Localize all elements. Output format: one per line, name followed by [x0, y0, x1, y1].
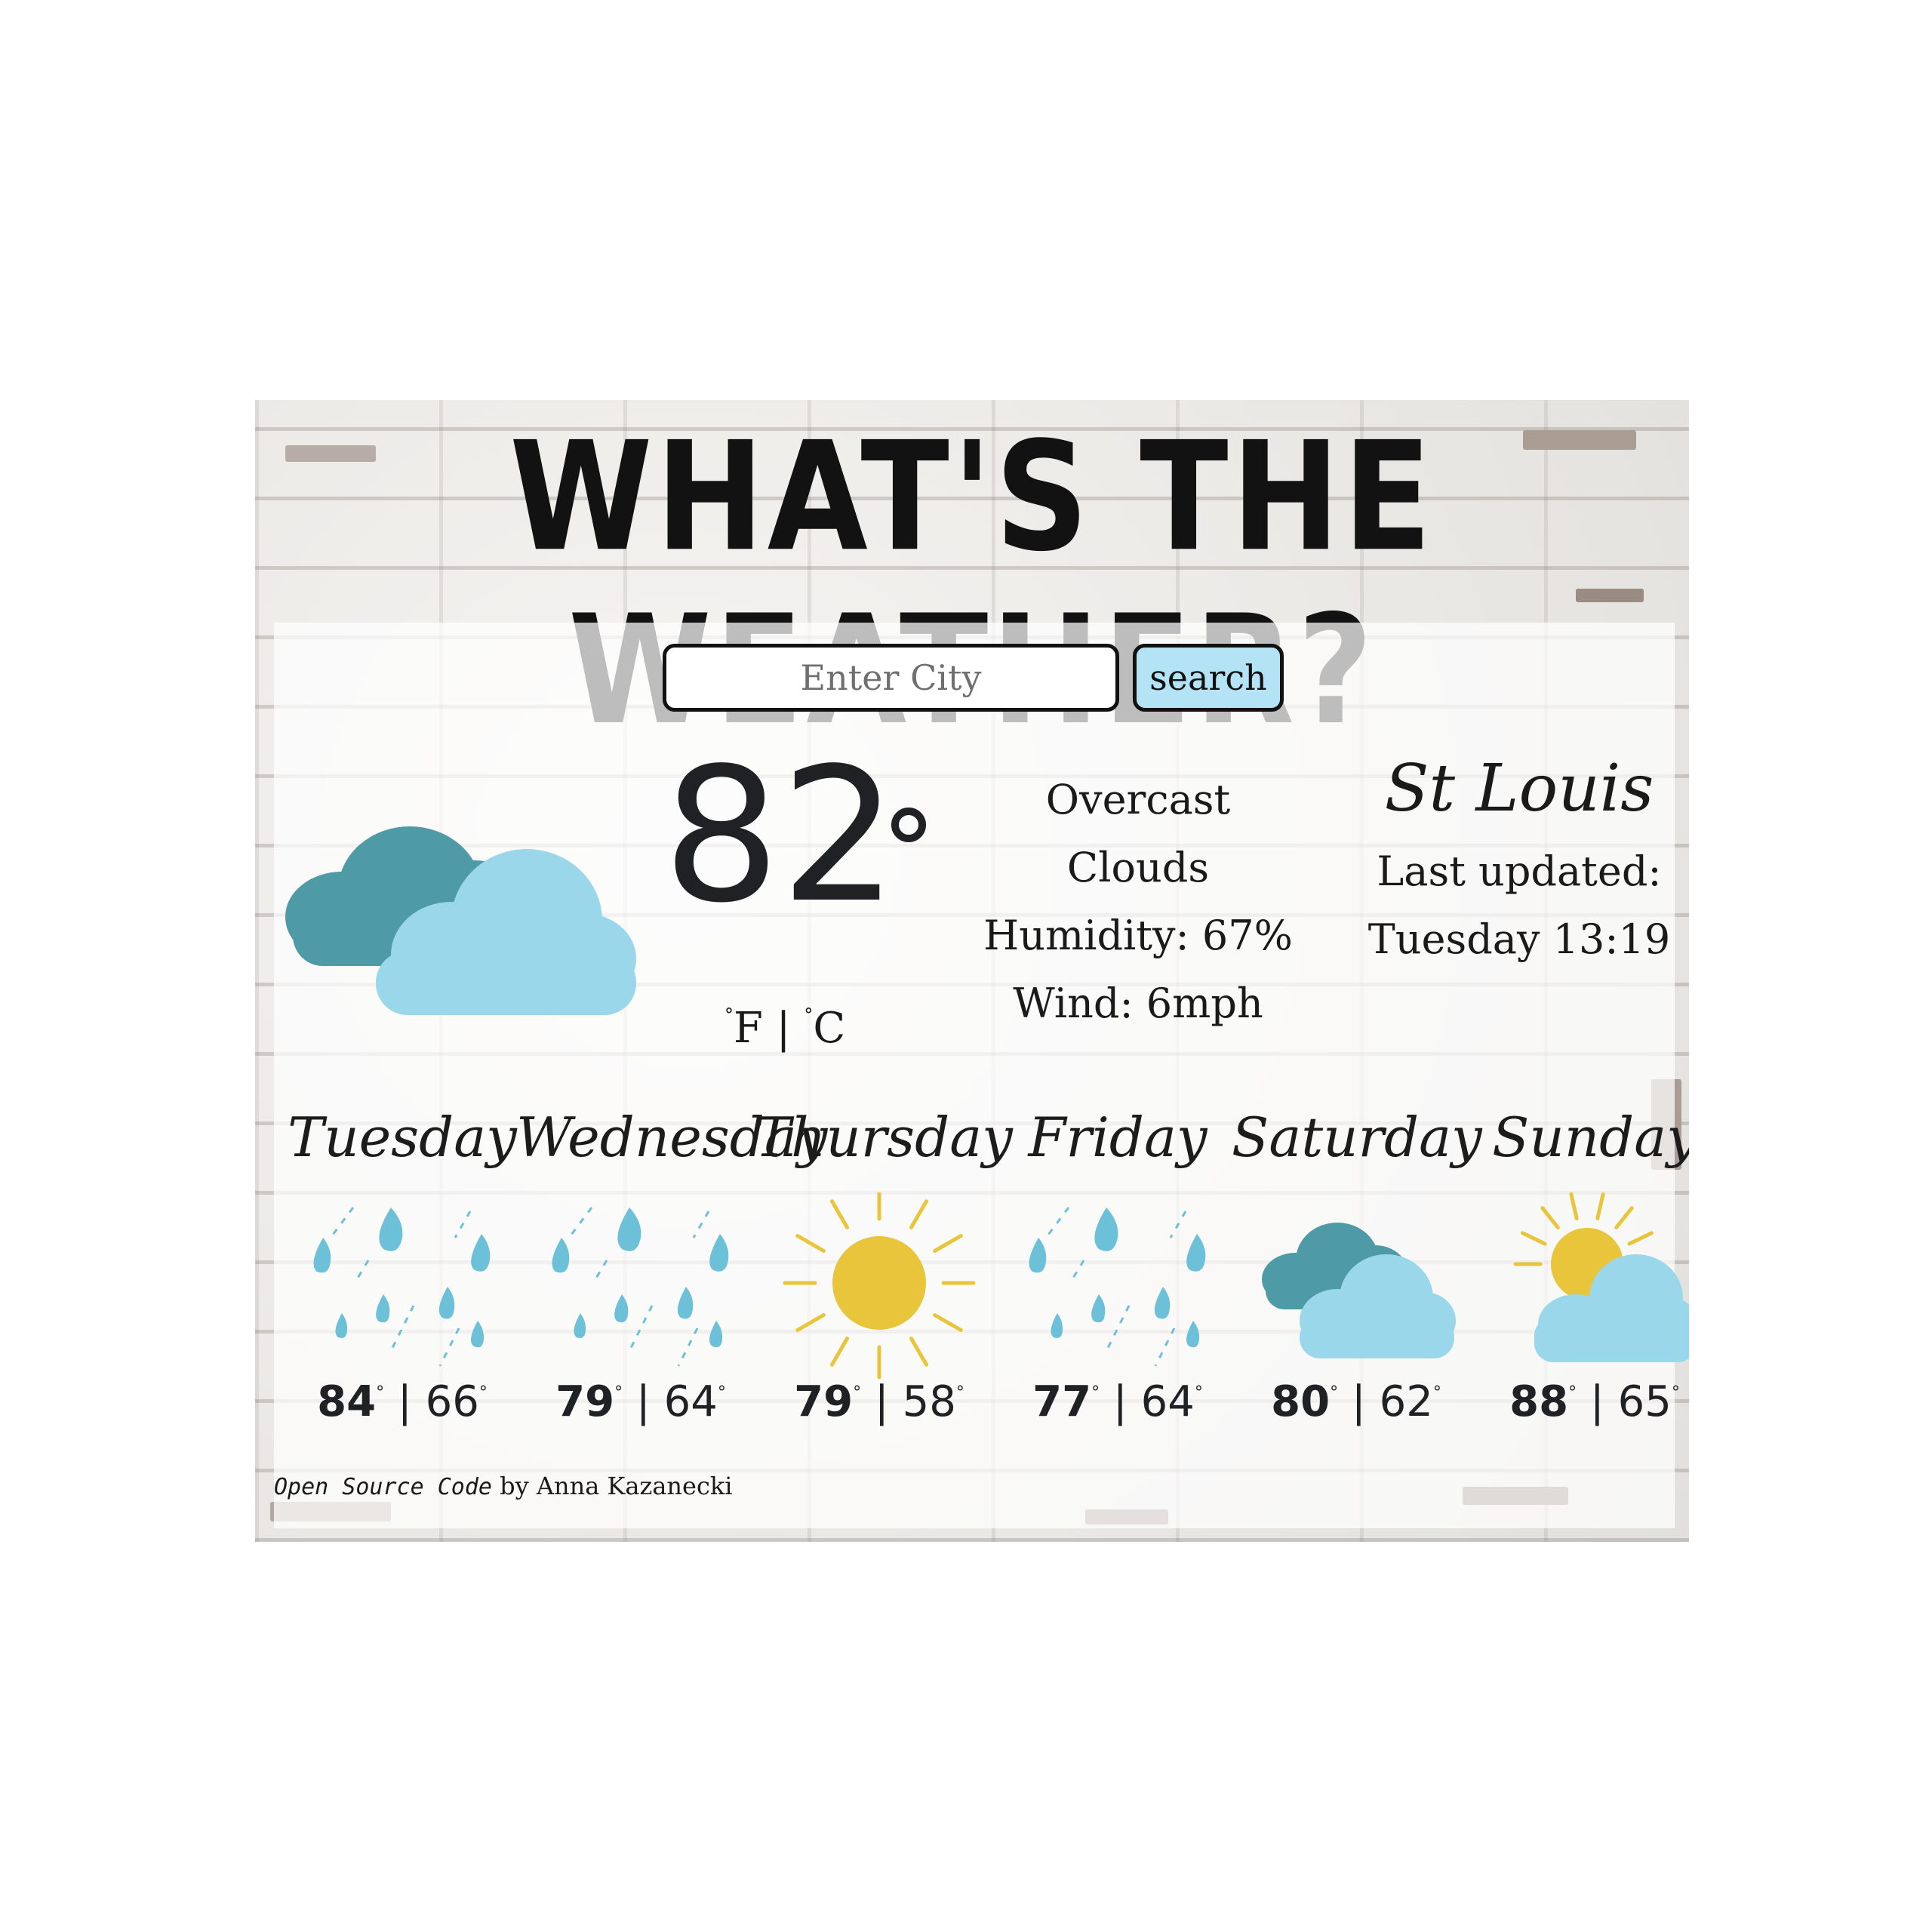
celsius-toggle[interactable]: °C: [804, 1004, 845, 1053]
fahrenheit-label: F: [734, 1004, 763, 1053]
forecast-day-name: Friday: [1028, 1106, 1208, 1169]
forecast-high: 84: [317, 1377, 377, 1426]
temp-separator: |: [874, 1377, 889, 1426]
forecast-low: 65: [1617, 1377, 1672, 1426]
last-updated-value: Tuesday 13:19: [1367, 915, 1671, 963]
forecast-low: 58: [902, 1377, 956, 1426]
open-source-link[interactable]: Open Source Code: [274, 1474, 492, 1500]
forecast-temps: 77° | 64°: [1032, 1377, 1203, 1426]
condition-line-2: Clouds: [1066, 844, 1210, 891]
condition-line-1: Overcast: [1045, 776, 1231, 823]
forecast-temps: 80° | 62°: [1271, 1377, 1441, 1426]
temp-separator: |: [1589, 1377, 1604, 1426]
partly-sunny-icon: [1513, 1192, 1689, 1362]
forecast-day-name: Sunday: [1492, 1106, 1689, 1169]
forecast-day-wednesday: Wednesday 79° | 64°: [516, 1106, 828, 1460]
credit-line: Open Source Code by Anna Kazanecki: [274, 1472, 732, 1500]
unit-separator: |: [776, 1004, 791, 1053]
forecast-low: 66: [425, 1377, 479, 1426]
temp-separator: |: [397, 1377, 412, 1426]
forecast-low: 64: [1140, 1377, 1195, 1426]
forecast-temps: 79° | 64°: [555, 1377, 726, 1426]
unit-toggle: °F | °C: [724, 1004, 845, 1053]
weather-panel: WHAT'S THE WEATHER? search 82 °F | °C Ov…: [255, 400, 1689, 1542]
wind-text: Wind: 6mph: [1013, 980, 1263, 1027]
sun-icon: [783, 1192, 976, 1380]
weather-description: Overcast Clouds Humidity: 67% Wind: 6mph: [976, 766, 1300, 1038]
rain-icon: [1029, 1207, 1206, 1367]
forecast-high: 79: [555, 1377, 615, 1426]
forecast-day-thursday: Thursday 79° | 58°: [755, 1106, 1013, 1460]
forecast-low: 64: [663, 1377, 718, 1426]
temp-separator: |: [635, 1377, 651, 1426]
search-button[interactable]: search: [1133, 644, 1284, 712]
city-search-input[interactable]: [663, 644, 1119, 712]
fahrenheit-toggle[interactable]: °F: [724, 1004, 763, 1053]
last-updated-label: Last updated:: [1377, 848, 1662, 895]
rain-icon: [552, 1207, 729, 1367]
forecast-day-sunday: Sunday 88° | 65°: [1470, 1106, 1689, 1460]
overcast-clouds-icon: [285, 826, 636, 1015]
forecast-high: 88: [1509, 1377, 1569, 1426]
cloudy-icon: [1262, 1223, 1456, 1358]
forecast-day-friday: Friday 77° | 64°: [993, 1106, 1242, 1460]
celsius-label: C: [813, 1004, 846, 1053]
forecast-low: 62: [1379, 1377, 1433, 1426]
forecast-high: 77: [1032, 1377, 1092, 1426]
rain-icon: [313, 1207, 491, 1367]
author-text: by Anna Kazanecki: [500, 1472, 733, 1500]
degree-symbol: [891, 808, 926, 842]
forecast-temps: 79° | 58°: [794, 1377, 964, 1426]
forecast-day-name: Wednesday: [516, 1106, 828, 1169]
temp-separator: |: [1112, 1377, 1128, 1426]
forecast-day-name: Thursday: [755, 1106, 1013, 1169]
forecast-day-saturday: Saturday 80° | 62°: [1232, 1106, 1482, 1460]
humidity-text: Humidity: 67%: [983, 912, 1293, 959]
forecast-high: 79: [794, 1377, 854, 1426]
temp-separator: |: [1351, 1377, 1366, 1426]
location-block: St Louis Last updated: Tuesday 13:19: [1353, 740, 1685, 974]
forecast-temps: 84° | 66°: [317, 1377, 488, 1426]
forecast-day-name: Saturday: [1232, 1106, 1482, 1169]
forecast-temps: 88° | 65°: [1509, 1377, 1680, 1426]
forecast-day-name: Tuesday: [288, 1106, 517, 1169]
forecast-day-tuesday: Tuesday 84° | 66°: [278, 1106, 527, 1460]
current-temperature: 82: [663, 728, 898, 943]
city-name: St Louis: [1384, 751, 1654, 826]
forecast-high: 80: [1271, 1377, 1331, 1426]
